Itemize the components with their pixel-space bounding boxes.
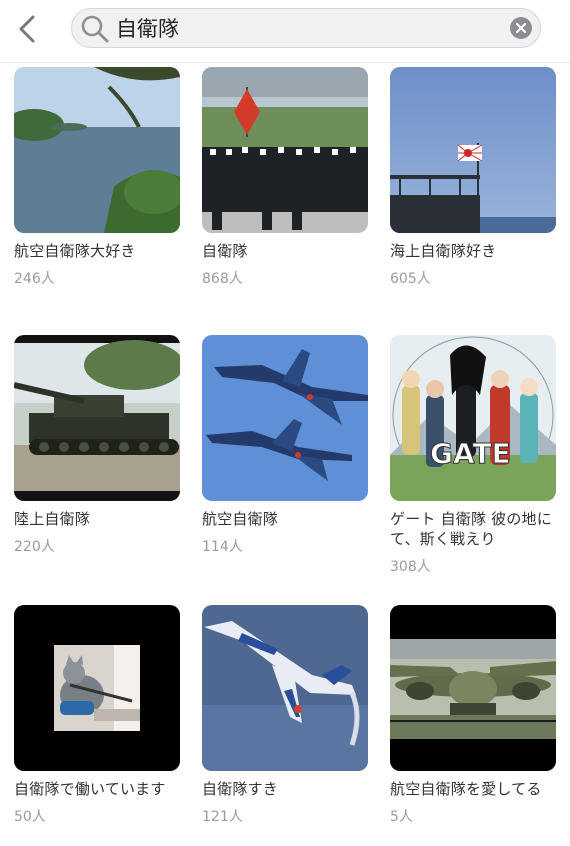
group-title: 自衛隊で働いています — [14, 780, 166, 798]
member-count: 121人 — [202, 809, 243, 825]
group-thumbnail — [202, 67, 368, 233]
group-card[interactable]: 海上自衛隊好き 605人 — [390, 67, 558, 288]
group-title: ゲート 自衛隊 彼の地にて、斯く戦えり — [390, 510, 552, 548]
results-grid: 航空自衛隊大好き 246人 自衛隊 868人 海上自衛隊好き 605人 陸上自衛… — [0, 63, 570, 846]
member-count: 50人 — [14, 809, 46, 825]
group-title: 陸上自衛隊 — [14, 510, 91, 528]
group-card[interactable]: GATE ゲート 自衛隊 彼の地にて、斯く戦えり 308人 — [390, 335, 558, 576]
group-thumbnail: GATE — [390, 335, 556, 501]
group-card[interactable]: 航空自衛隊 114人 — [202, 335, 370, 556]
chevron-left-icon — [19, 15, 35, 43]
member-count: 114人 — [202, 539, 243, 555]
clear-search-button[interactable] — [510, 17, 532, 39]
group-thumbnail — [14, 605, 180, 771]
group-thumbnail — [202, 335, 368, 501]
member-count: 5人 — [390, 809, 413, 825]
group-thumbnail — [14, 335, 180, 501]
back-button[interactable] — [10, 12, 44, 46]
group-card[interactable]: 航空自衛隊大好き 246人 — [14, 67, 182, 288]
search-input[interactable] — [116, 13, 496, 43]
group-title: 航空自衛隊を愛してる — [390, 780, 542, 798]
group-title: 航空自衛隊大好き — [14, 242, 136, 260]
gate-logo: GATE — [430, 437, 511, 470]
group-card[interactable]: 自衛隊で働いています 50人 — [14, 605, 182, 826]
group-card[interactable]: 陸上自衛隊 220人 — [14, 335, 182, 556]
search-icon — [81, 15, 109, 43]
member-count: 308人 — [390, 559, 431, 575]
member-count: 868人 — [202, 271, 243, 287]
group-card[interactable]: 自衛隊 868人 — [202, 67, 370, 288]
group-thumbnail — [14, 67, 180, 233]
top-bar — [0, 0, 570, 63]
group-thumbnail — [202, 605, 368, 771]
group-title: 海上自衛隊好き — [390, 242, 497, 260]
group-card[interactable]: 航空自衛隊を愛してる 5人 — [390, 605, 558, 826]
search-bar[interactable] — [71, 8, 541, 48]
member-count: 220人 — [14, 539, 55, 555]
group-title: 航空自衛隊 — [202, 510, 279, 528]
member-count: 246人 — [14, 271, 55, 287]
close-icon — [516, 23, 526, 33]
group-thumbnail — [390, 67, 556, 233]
group-title: 自衛隊 — [202, 242, 248, 260]
group-thumbnail — [390, 605, 556, 771]
group-card[interactable]: 自衛隊すき 121人 — [202, 605, 370, 826]
member-count: 605人 — [390, 271, 431, 287]
group-title: 自衛隊すき — [202, 780, 279, 798]
